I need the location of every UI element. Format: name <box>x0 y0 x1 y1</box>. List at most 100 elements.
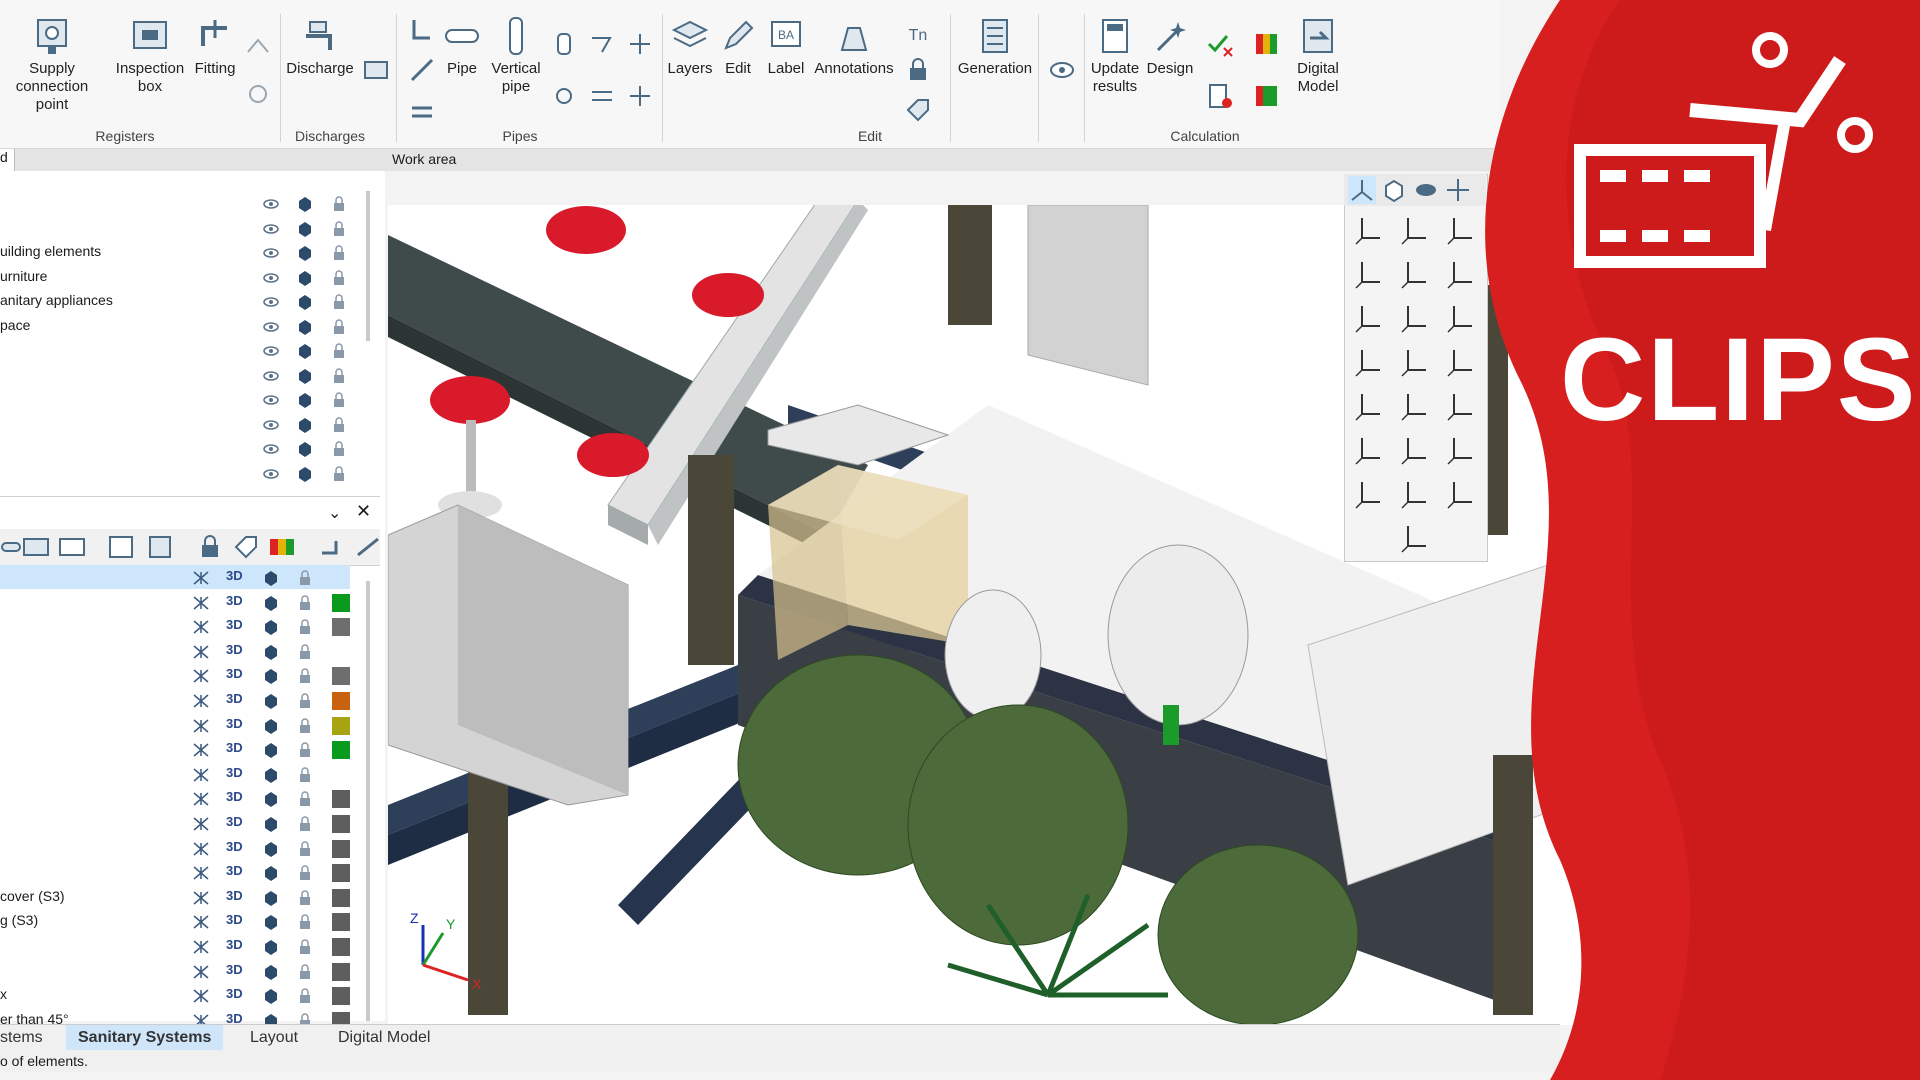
eye-icon[interactable] <box>262 416 280 434</box>
eye-icon[interactable] <box>262 440 280 458</box>
3d-toggle[interactable]: 3D <box>226 691 243 706</box>
color-swatch[interactable] <box>332 667 350 686</box>
object-tool-3-icon[interactable] <box>58 533 86 561</box>
pipe-button[interactable]: Pipe <box>440 16 484 78</box>
eye-icon[interactable] <box>262 195 280 213</box>
3d-toggle[interactable]: 3D <box>226 593 243 608</box>
color-swatch[interactable] <box>332 716 350 735</box>
text-tool-icon[interactable]: Tn <box>904 20 932 48</box>
axis-icon[interactable] <box>192 815 210 833</box>
eye-hidden-icon[interactable] <box>262 465 280 483</box>
panel-divider[interactable] <box>0 496 380 497</box>
3d-toggle[interactable]: 3D <box>226 716 243 731</box>
axis-icon[interactable] <box>192 963 210 981</box>
lock-icon[interactable] <box>296 717 314 735</box>
axis-icon[interactable] <box>192 569 210 587</box>
lock-icon[interactable] <box>296 889 314 907</box>
chevron-down-icon[interactable]: ⌄ <box>328 503 341 523</box>
cube-view-icon[interactable] <box>1380 176 1408 204</box>
cube-icon[interactable] <box>262 594 280 612</box>
3d-toggle[interactable]: 3D <box>226 937 243 952</box>
object-row[interactable]: 3D <box>0 688 350 712</box>
view-orientation-button[interactable] <box>1352 344 1386 378</box>
axis-icon[interactable] <box>192 766 210 784</box>
lock-icon[interactable] <box>330 367 348 385</box>
object-row[interactable]: 3D <box>0 614 350 638</box>
cube-icon[interactable] <box>296 342 314 360</box>
pipe-tool-1-icon[interactable] <box>408 16 436 44</box>
calc-error-icon[interactable] <box>1206 82 1234 110</box>
cube-icon[interactable] <box>262 913 280 931</box>
object-label-icon[interactable] <box>108 533 136 561</box>
layer-row[interactable] <box>0 436 350 460</box>
supply-connection-point-button[interactable]: Supply connection point <box>0 16 104 114</box>
cube-icon[interactable] <box>296 440 314 458</box>
tag-tool-icon[interactable] <box>904 96 932 124</box>
cube-icon[interactable] <box>296 244 314 262</box>
lock-icon[interactable] <box>296 667 314 685</box>
lock-icon[interactable] <box>330 465 348 483</box>
layer-row[interactable]: anitary appliances <box>0 289 350 313</box>
object-row[interactable]: 3D <box>0 836 350 860</box>
layer-row[interactable]: uilding elements <box>0 240 350 264</box>
eye-icon[interactable] <box>262 293 280 311</box>
object-tool-2-icon[interactable] <box>22 533 50 561</box>
lock-icon[interactable] <box>296 692 314 710</box>
object-row[interactable]: 3D <box>0 663 350 687</box>
cube-icon[interactable] <box>262 643 280 661</box>
object-row[interactable]: 3D <box>0 737 350 761</box>
cube-icon[interactable] <box>262 987 280 1005</box>
update-results-button[interactable]: Update results <box>1088 16 1142 96</box>
view-orientation-button[interactable] <box>1352 300 1386 334</box>
lock-icon[interactable] <box>296 938 314 956</box>
axis-icon[interactable] <box>192 717 210 735</box>
axis-icon[interactable] <box>192 618 210 636</box>
pipe-tool-7-icon[interactable] <box>550 82 578 110</box>
tab-layout[interactable]: Layout <box>250 1029 298 1047</box>
cube-icon[interactable] <box>296 416 314 434</box>
3d-toggle[interactable]: 3D <box>226 814 243 829</box>
eye-icon[interactable] <box>262 391 280 409</box>
layer-row[interactable]: pace <box>0 314 350 338</box>
cube-icon[interactable] <box>262 618 280 636</box>
cube-icon[interactable] <box>296 465 314 483</box>
eye-icon[interactable] <box>262 269 280 287</box>
cube-icon[interactable] <box>262 717 280 735</box>
label-button[interactable]: BA Label <box>764 16 808 78</box>
lock-icon[interactable] <box>330 342 348 360</box>
cube-icon[interactable] <box>262 864 280 882</box>
layer-row[interactable] <box>0 338 350 362</box>
tab-systems[interactable]: stems <box>0 1029 43 1047</box>
cube-icon[interactable] <box>262 963 280 981</box>
axis-icon[interactable] <box>192 643 210 661</box>
3d-toggle[interactable]: 3D <box>226 765 243 780</box>
cube-icon[interactable] <box>262 938 280 956</box>
color-swatch[interactable] <box>332 741 350 760</box>
view-orientation-button[interactable] <box>1398 520 1432 554</box>
cube-icon[interactable] <box>262 569 280 587</box>
view-orientation-button[interactable] <box>1352 476 1386 510</box>
cube-icon[interactable] <box>262 840 280 858</box>
object-row[interactable]: 3D <box>0 959 350 983</box>
fitting-alt-icon[interactable] <box>244 30 272 58</box>
lock-icon[interactable] <box>296 569 314 587</box>
lock-tool-icon[interactable] <box>904 56 932 84</box>
3d-toggle[interactable]: 3D <box>226 839 243 854</box>
object-row[interactable]: 3D <box>0 713 350 737</box>
cube-icon[interactable] <box>262 692 280 710</box>
view-orientation-button[interactable] <box>1352 388 1386 422</box>
eye-icon[interactable] <box>262 220 280 238</box>
cube-icon[interactable] <box>262 741 280 759</box>
lock-icon[interactable] <box>330 220 348 238</box>
tab-digital-model[interactable]: Digital Model <box>338 1029 430 1047</box>
axis-icon[interactable] <box>192 938 210 956</box>
tag-icon[interactable] <box>232 533 260 561</box>
digital-model-button[interactable]: Digital Model <box>1288 16 1348 96</box>
3d-toggle[interactable]: 3D <box>226 962 243 977</box>
object-row[interactable]: x 3D <box>0 983 350 1007</box>
object-row[interactable]: 3D <box>0 786 350 810</box>
lock-icon[interactable] <box>296 741 314 759</box>
render-view-icon[interactable] <box>1412 176 1440 204</box>
object-annotation-icon[interactable] <box>146 533 174 561</box>
axis-icon[interactable] <box>192 667 210 685</box>
